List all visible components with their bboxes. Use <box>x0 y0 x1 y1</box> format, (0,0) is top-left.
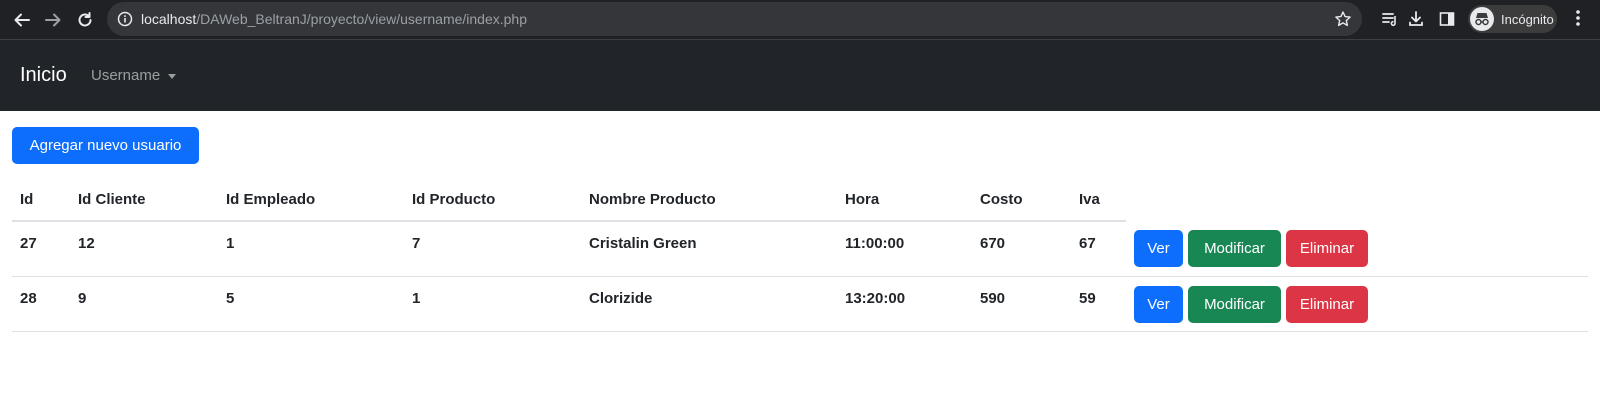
table-row: 28 9 5 1 Clorizide 13:20:00 590 59 Ver Mo… <box>12 276 1588 332</box>
more-options-icon[interactable] <box>1568 8 1588 28</box>
view-button[interactable]: Ver <box>1134 285 1183 323</box>
cell-id-producto: 7 <box>404 221 581 277</box>
side-panel-icon <box>1439 12 1455 26</box>
reading-list-button[interactable] <box>1378 7 1402 31</box>
info-icon[interactable] <box>117 11 133 27</box>
column-header: Id Cliente <box>70 179 218 222</box>
url-host: localhost <box>141 11 197 27</box>
side-panel-button[interactable] <box>1435 7 1459 31</box>
cell-nombre-producto: Clorizide <box>581 276 837 332</box>
browser-toolbar: localhost/DAWeb_BeltranJ/proyecto/view/u… <box>0 0 1600 40</box>
cell-iva: 67 <box>1071 221 1126 277</box>
actions-header <box>1126 179 1588 221</box>
cell-nombre-producto: Cristalin Green <box>581 221 837 277</box>
delete-button[interactable]: Eliminar <box>1286 285 1368 323</box>
profile-label: Incógnito <box>1501 11 1554 27</box>
media-queue-icon <box>1382 13 1396 27</box>
cell-costo: 670 <box>972 221 1071 277</box>
downloads-button[interactable] <box>1404 7 1428 31</box>
reload-icon <box>78 12 92 27</box>
cell-id-cliente: 9 <box>70 276 218 332</box>
navbar-brand[interactable]: Inicio <box>20 63 67 87</box>
view-button[interactable]: Ver <box>1134 230 1183 267</box>
caret-down-icon <box>168 73 177 79</box>
cell-hora: 13:20:00 <box>837 276 972 332</box>
forward-button[interactable] <box>39 6 67 34</box>
table-row: 27 12 1 7 Cristalin Green 11:00:00 670 6… <box>12 221 1588 277</box>
row-actions: Ver Modificar Eliminar <box>1126 221 1588 277</box>
delete-button[interactable]: Eliminar <box>1286 230 1368 267</box>
cell-id: 27 <box>12 221 70 277</box>
add-new-user-button[interactable]: Agregar nuevo usuario <box>12 127 199 164</box>
incognito-icon <box>1470 7 1494 31</box>
cell-iva: 59 <box>1071 276 1126 332</box>
column-header: Iva <box>1071 179 1126 222</box>
arrow-right-icon <box>45 13 61 27</box>
cell-id: 28 <box>12 276 70 332</box>
url-path: /DAWeb_BeltranJ/proyecto/view/username/i… <box>196 11 527 27</box>
column-header: Hora <box>837 179 972 222</box>
bookmark-star-icon[interactable] <box>1334 10 1352 28</box>
incognito-profile-button[interactable]: Incógnito <box>1468 5 1557 33</box>
dropdown-label: Username <box>91 67 161 84</box>
column-header: Id Producto <box>404 179 581 222</box>
back-button[interactable] <box>8 6 36 34</box>
row-actions: Ver Modificar Eliminar <box>1126 276 1588 332</box>
app-navbar: Inicio Username <box>0 40 1600 111</box>
column-header: Nombre Producto <box>581 179 837 222</box>
cell-id-producto: 1 <box>404 276 581 332</box>
column-header: Id <box>12 179 70 222</box>
column-header: Costo <box>972 179 1071 222</box>
address-bar[interactable]: localhost/DAWeb_BeltranJ/proyecto/view/u… <box>107 2 1362 36</box>
cell-id-empleado: 1 <box>218 221 404 277</box>
cell-costo: 590 <box>972 276 1071 332</box>
url-text[interactable]: localhost/DAWeb_BeltranJ/proyecto/view/u… <box>141 11 527 27</box>
download-icon <box>1409 11 1423 26</box>
main-content: Agregar nuevo usuario Id Id Cliente Id E… <box>0 111 1600 406</box>
table-header-row: Id Id Cliente Id Empleado Id Producto No… <box>12 179 1588 222</box>
arrow-left-icon <box>14 13 30 27</box>
column-header: Id Empleado <box>218 179 404 222</box>
cell-hora: 11:00:00 <box>837 221 972 277</box>
cell-id-empleado: 5 <box>218 276 404 332</box>
username-dropdown[interactable]: Username <box>91 67 177 85</box>
reload-button[interactable] <box>71 6 99 34</box>
records-table: Id Id Cliente Id Empleado Id Producto No… <box>12 179 1588 332</box>
edit-button[interactable]: Modificar <box>1188 230 1281 267</box>
cell-id-cliente: 12 <box>70 221 218 277</box>
edit-button[interactable]: Modificar <box>1188 285 1281 323</box>
